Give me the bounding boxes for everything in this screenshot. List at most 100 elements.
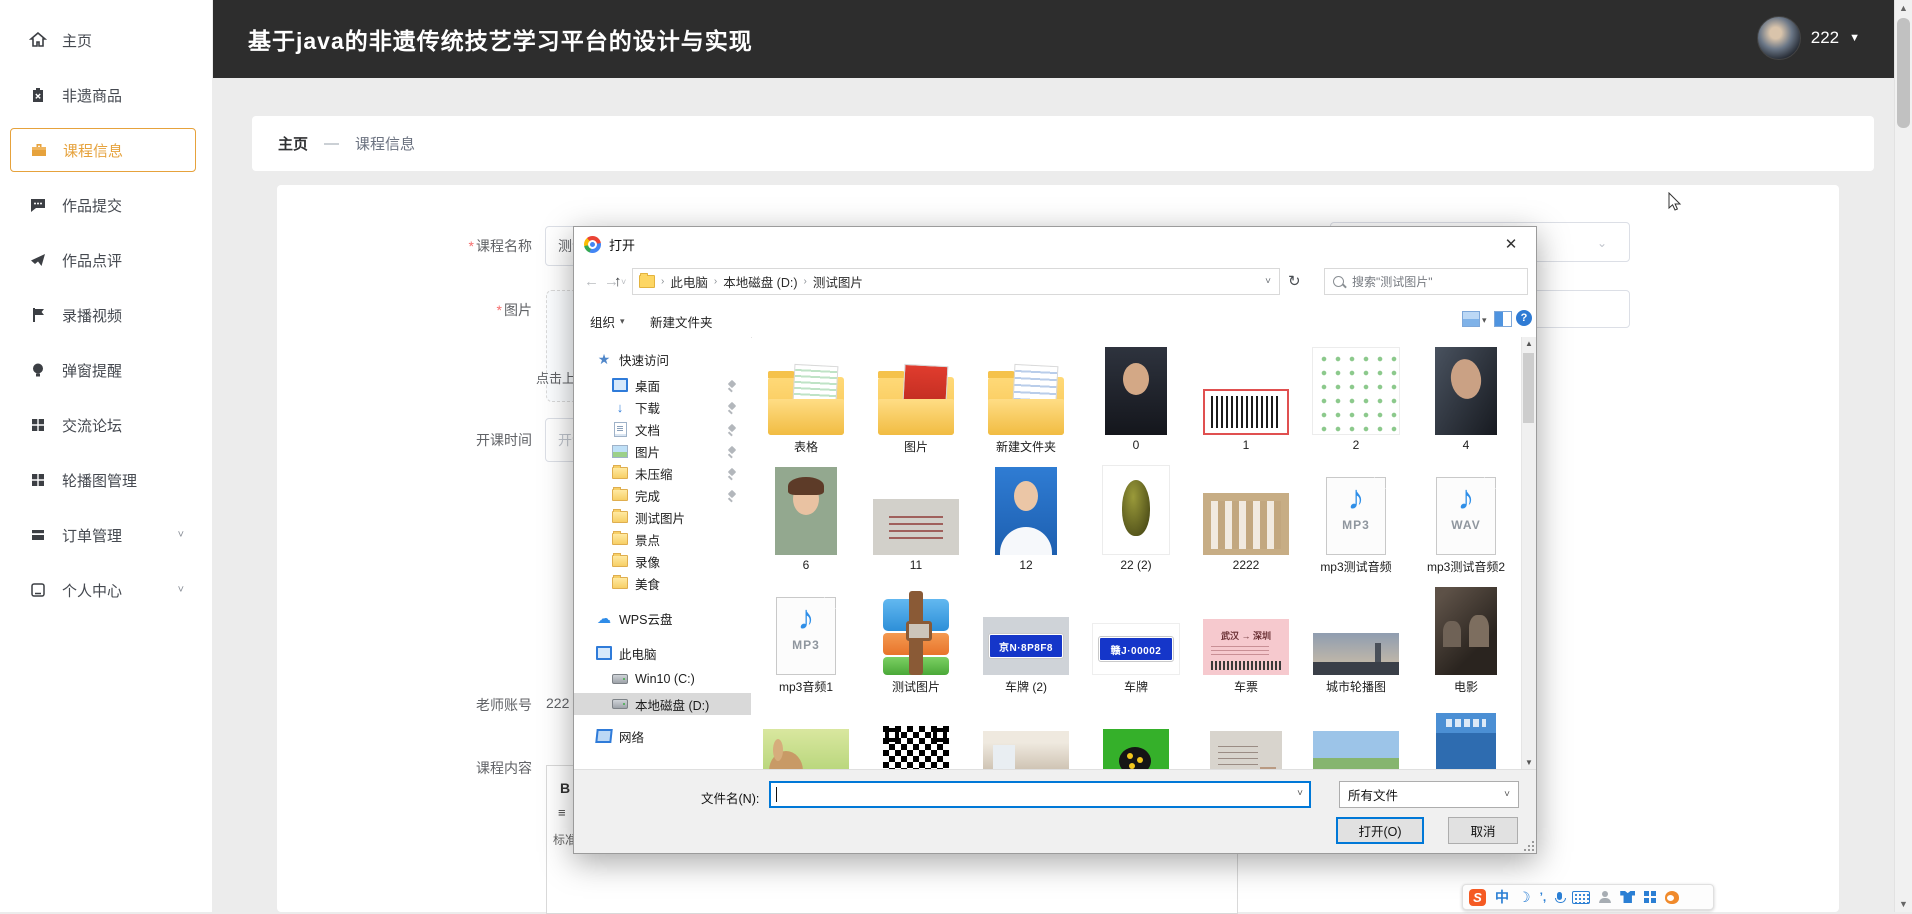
emoji-icon[interactable]: [1665, 891, 1679, 904]
file-item[interactable]: [1412, 703, 1520, 770]
nav-test-images[interactable]: 测试图片: [574, 506, 751, 528]
file-item[interactable]: ♪WAVmp3测试音频2: [1412, 463, 1520, 583]
nav-drive-d[interactable]: 本地磁盘 (D:): [574, 693, 751, 715]
person-icon[interactable]: [1599, 891, 1611, 903]
avatar[interactable]: [1757, 16, 1801, 60]
file-item[interactable]: 2222: [1192, 463, 1300, 583]
address-dropdown-icon[interactable]: ˅: [1265, 276, 1271, 287]
nav-network[interactable]: 网络: [574, 725, 751, 747]
sidebar-item-carousel[interactable]: 轮播图管理: [10, 458, 196, 502]
address-segment-test-images[interactable]: 测试图片: [813, 272, 863, 291]
file-item[interactable]: [1192, 703, 1300, 770]
search-box[interactable]: [1324, 268, 1528, 295]
view-mode-icon[interactable]: [1462, 311, 1480, 327]
file-item[interactable]: 0: [1082, 343, 1190, 463]
resize-grip[interactable]: [1524, 841, 1534, 851]
sidebar-item-videos[interactable]: 录播视频: [10, 293, 196, 337]
sidebar-item-review[interactable]: 作品点评: [10, 238, 196, 282]
file-item[interactable]: 武汉 → 深圳车票: [1192, 583, 1300, 703]
chevron-down-icon[interactable]: ▾: [1482, 315, 1487, 326]
scroll-up-icon[interactable]: ▲: [1895, 0, 1912, 16]
scroll-down-icon[interactable]: ▼: [1895, 896, 1912, 912]
file-item[interactable]: 11: [862, 463, 970, 583]
file-item[interactable]: 新建文件夹: [972, 343, 1080, 463]
preview-pane-icon[interactable]: [1494, 311, 1512, 327]
file-item[interactable]: 6: [752, 463, 860, 583]
file-item[interactable]: 22 (2): [1082, 463, 1190, 583]
file-grid-scrollbar[interactable]: ▲ ▼: [1521, 337, 1536, 770]
file-item[interactable]: 2: [1302, 343, 1410, 463]
sidebar-item-forum[interactable]: 交流论坛: [10, 403, 196, 447]
address-breadcrumb[interactable]: › 此电脑 › 本地磁盘 (D:) › 测试图片 ˅: [632, 268, 1280, 295]
file-item[interactable]: 表格: [752, 343, 860, 463]
back-icon[interactable]: ←: [584, 273, 599, 290]
nav-pictures[interactable]: 图片: [574, 440, 751, 462]
file-item[interactable]: 电影: [1412, 583, 1520, 703]
mic-icon[interactable]: [1555, 892, 1563, 903]
file-item[interactable]: [862, 703, 970, 770]
new-folder-button[interactable]: 新建文件夹: [650, 312, 713, 331]
file-item[interactable]: [972, 703, 1080, 770]
scrollbar-thumb[interactable]: [1897, 18, 1910, 128]
file-item[interactable]: 测试图片: [862, 583, 970, 703]
punctuation-icon[interactable]: ’,: [1540, 890, 1547, 904]
file-item[interactable]: 城市轮播图: [1302, 583, 1410, 703]
nav-this-pc[interactable]: 此电脑: [574, 642, 751, 664]
page-scrollbar[interactable]: ▲ ▼: [1894, 0, 1912, 912]
dialog-titlebar[interactable]: 打开 ✕: [574, 227, 1536, 261]
file-item[interactable]: [1302, 703, 1410, 770]
sidebar-item-profile[interactable]: 个人中心 ˅: [10, 568, 196, 612]
sidebar-item-products[interactable]: 非遗商品: [10, 73, 196, 117]
file-item[interactable]: 1: [1192, 343, 1300, 463]
close-icon[interactable]: ✕: [1496, 235, 1526, 253]
nav-documents[interactable]: 文档: [574, 418, 751, 440]
nav-recordings[interactable]: 录像: [574, 550, 751, 572]
scroll-down-icon[interactable]: ▼: [1522, 756, 1536, 770]
bold-button[interactable]: B: [560, 780, 570, 796]
search-input[interactable]: [1350, 274, 1504, 290]
sidebar-item-courses[interactable]: 课程信息: [10, 128, 196, 172]
help-icon[interactable]: ?: [1516, 310, 1532, 326]
file-item[interactable]: [752, 703, 860, 770]
filename-input[interactable]: ˅: [769, 781, 1311, 808]
nav-wps-cloud[interactable]: ☁WPS云盘: [574, 607, 751, 629]
nav-drive-c[interactable]: Win10 (C:): [574, 668, 751, 690]
nav-done[interactable]: 完成: [574, 484, 751, 506]
nav-scenery[interactable]: 景点: [574, 528, 751, 550]
file-item[interactable]: 图片: [862, 343, 970, 463]
nav-quick-access[interactable]: ★快速访问: [574, 348, 751, 370]
breadcrumb-home[interactable]: 主页: [278, 133, 308, 154]
list-icon[interactable]: ≡: [558, 805, 566, 820]
address-segment-this-pc[interactable]: 此电脑: [670, 272, 708, 291]
user-menu[interactable]: 222 ▼: [1757, 16, 1860, 60]
refresh-icon[interactable]: ↻: [1288, 272, 1301, 290]
up-icon[interactable]: ↑: [614, 273, 622, 290]
filetype-select[interactable]: 所有文件˅: [1339, 781, 1519, 808]
sidebar-item-submission[interactable]: 作品提交: [10, 183, 196, 227]
nav-food[interactable]: 美食: [574, 572, 751, 594]
sidebar-item-home[interactable]: 主页: [10, 18, 196, 62]
file-item[interactable]: 京N·8P8F8车牌 (2): [972, 583, 1080, 703]
sidebar-item-popup[interactable]: 弹窗提醒: [10, 348, 196, 392]
sidebar-item-orders[interactable]: 订单管理 ˅: [10, 513, 196, 557]
toolbox-icon[interactable]: [1644, 891, 1656, 903]
organize-button[interactable]: 组织▾: [590, 312, 625, 331]
chevron-down-icon[interactable]: ˅: [1297, 788, 1303, 799]
scrollbar-thumb[interactable]: [1523, 353, 1534, 423]
file-item[interactable]: ♪MP3mp3音频1: [752, 583, 860, 703]
file-item[interactable]: 4: [1412, 343, 1520, 463]
sogou-logo-icon[interactable]: S: [1469, 889, 1486, 906]
file-item[interactable]: 赣J·00002车牌: [1082, 583, 1190, 703]
chinese-mode-icon[interactable]: 中: [1495, 887, 1509, 907]
cancel-button[interactable]: 取消: [1448, 817, 1518, 844]
address-segment-drive-d[interactable]: 本地磁盘 (D:): [723, 272, 797, 291]
file-item[interactable]: ♪MP3mp3测试音频: [1302, 463, 1410, 583]
history-dropdown-icon[interactable]: ˅: [621, 277, 626, 287]
moon-icon[interactable]: ☽: [1518, 889, 1531, 906]
nav-desktop[interactable]: 桌面: [574, 374, 751, 396]
file-item[interactable]: 12: [972, 463, 1080, 583]
nav-downloads[interactable]: ↓下载: [574, 396, 751, 418]
keyboard-icon[interactable]: [1572, 891, 1590, 904]
file-item[interactable]: [1082, 703, 1190, 770]
nav-uncompressed[interactable]: 未压缩: [574, 462, 751, 484]
